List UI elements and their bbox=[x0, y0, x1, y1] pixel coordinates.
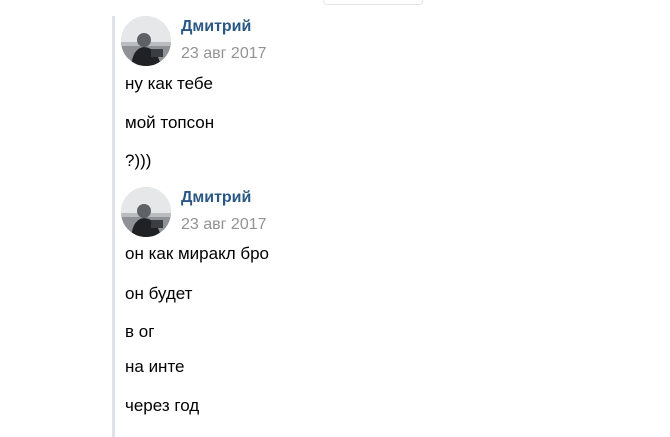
author-name-link[interactable]: Дмитрий bbox=[181, 189, 251, 207]
avatar-image bbox=[121, 187, 171, 237]
message-text: он будет bbox=[125, 284, 193, 303]
message-text: он как миракл бро bbox=[125, 244, 270, 263]
message-text: ?))) bbox=[125, 151, 152, 170]
message-date-link[interactable]: 23 авг 2017 bbox=[181, 216, 267, 234]
message-text: ну как тебе bbox=[125, 74, 213, 93]
avatar[interactable] bbox=[121, 16, 171, 66]
avatar[interactable] bbox=[121, 187, 171, 237]
author-name-link[interactable]: Дмитрий bbox=[181, 18, 251, 36]
avatar-image bbox=[121, 16, 171, 66]
message-thread-bar bbox=[112, 16, 115, 437]
message-date-link[interactable]: 23 авг 2017 bbox=[181, 45, 267, 63]
scroll-hint-tab bbox=[323, 0, 423, 5]
chat-history-view: Дмитрий 23 авг 2017 ну как тебе мой топс… bbox=[0, 0, 670, 437]
message-text: мой топсон bbox=[125, 113, 215, 132]
message-text: через год bbox=[125, 396, 200, 415]
message-text: на инте bbox=[125, 357, 185, 376]
message-text: в ог bbox=[125, 322, 155, 341]
